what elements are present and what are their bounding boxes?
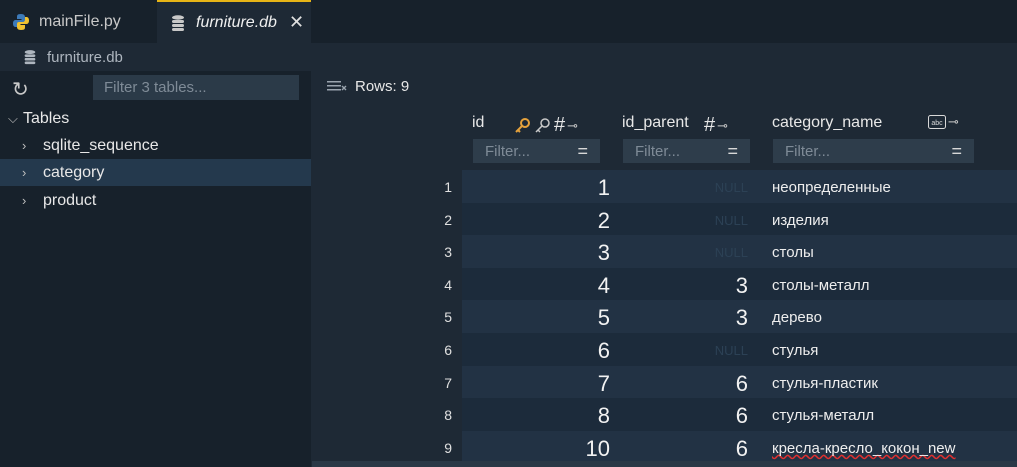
svg-text:abc: abc (931, 120, 943, 127)
cell-id[interactable]: 5 (462, 305, 610, 331)
cell-id[interactable]: 4 (462, 273, 610, 299)
chevron-right-icon: › (22, 193, 27, 208)
row-number: 9 (444, 439, 452, 456)
rows-count-label: Rows: 9 (355, 78, 410, 95)
tab-bar: mainFile.py furniture.db ✕ (0, 0, 1017, 43)
cell-id[interactable]: 8 (462, 403, 610, 429)
column-header-id-parent[interactable]: id_parent (622, 114, 689, 132)
database-icon (172, 14, 184, 31)
id-column-icons: # ⊸ (514, 114, 578, 137)
cell-category-name[interactable]: столы-металл (772, 277, 869, 294)
cell-id[interactable]: 6 (462, 338, 610, 364)
row-number: 3 (444, 244, 452, 261)
text-type-icon: abc (928, 115, 946, 129)
filter-placeholder: Filter... (485, 142, 531, 160)
row-number: 5 (444, 309, 452, 326)
breadcrumb: furniture.db (0, 43, 1017, 71)
cell-category-name[interactable]: стулья (772, 342, 818, 359)
refresh-icon[interactable]: ↻ (12, 77, 29, 102)
id-parent-column-icons: # ⊸ (704, 114, 728, 137)
table-row[interactable]: 5 5 3 дерево (312, 300, 1017, 333)
filter-category-name-input[interactable]: Filter... = (773, 139, 974, 163)
table-row[interactable]: 8 8 6 стулья-металл (312, 398, 1017, 431)
close-icon[interactable]: ✕ (289, 12, 304, 33)
tab-furniture-db[interactable]: furniture.db ✕ (157, 0, 311, 43)
cell-id[interactable]: 1 (462, 175, 610, 201)
sidebar-item-sqlite-sequence[interactable]: › sqlite_sequence (0, 132, 311, 159)
row-number: 8 (444, 407, 452, 424)
row-number: 4 (444, 276, 452, 293)
tab-label: furniture.db (196, 13, 277, 31)
tree-root-tables[interactable]: ⌵ Tables (0, 105, 311, 132)
cell-id-parent[interactable]: 3 (612, 273, 748, 299)
filter-operator-icon[interactable]: = (951, 141, 962, 162)
cell-id-parent[interactable]: 6 (612, 403, 748, 429)
python-icon (13, 13, 29, 30)
table-row[interactable]: 4 4 3 столы-металл (312, 267, 1017, 301)
row-number: 6 (444, 342, 452, 358)
breadcrumb-label[interactable]: furniture.db (47, 49, 123, 66)
table-row[interactable]: 2 2 NULL изделия (312, 202, 1017, 236)
filter-id-parent-input[interactable]: Filter... = (623, 139, 750, 163)
category-name-column-icons: abc ⊸ (928, 114, 959, 130)
cell-category-name[interactable]: столы (772, 244, 814, 261)
filter-id-input[interactable]: Filter... = (473, 139, 600, 163)
filter-placeholder: Filter... (635, 142, 681, 160)
table-row[interactable]: 6 6 NULL стулья (312, 333, 1017, 366)
filter-operator-icon[interactable]: = (727, 141, 738, 162)
row-number: 7 (444, 374, 452, 391)
sidebar: ↻ ⌵ Tables › sqlite_sequence › category … (0, 71, 311, 467)
chevron-right-icon: › (22, 165, 27, 180)
cell-category-name[interactable]: неопределенные (772, 179, 891, 196)
cell-id-parent[interactable]: 6 (612, 371, 748, 397)
sidebar-item-product[interactable]: › product (0, 187, 311, 214)
cell-id[interactable]: 7 (462, 371, 610, 397)
tab-label: mainFile.py (39, 12, 121, 30)
tree-root-label: Tables (23, 109, 70, 127)
cell-category-name[interactable]: дерево (772, 309, 822, 326)
tab-mainfile[interactable]: mainFile.py (0, 0, 157, 43)
column-header-id[interactable]: id (472, 114, 484, 132)
cell-category-name[interactable]: стулья-пластик (772, 375, 878, 392)
sidebar-item-label: category (43, 163, 105, 181)
pin-icon[interactable]: ⊸ (948, 114, 959, 130)
integer-type-icon: # (704, 114, 716, 136)
primary-key-icon (515, 117, 530, 133)
table-row[interactable]: 1 1 NULL неопределенные (312, 170, 1017, 203)
table-row[interactable]: 9 10 6 кресла-кресло_кокон_new (312, 430, 1017, 464)
table-row[interactable]: 3 3 NULL столы (312, 235, 1017, 268)
cell-id-parent[interactable]: 3 (612, 305, 748, 331)
chevron-right-icon: › (22, 138, 27, 153)
row-number: 2 (444, 211, 452, 228)
sidebar-item-category[interactable]: › category (0, 159, 311, 186)
cell-id-parent[interactable]: NULL (612, 245, 748, 260)
sidebar-item-label: sqlite_sequence (43, 136, 159, 154)
integer-type-icon: # (554, 114, 566, 136)
pin-icon[interactable]: ⊸ (717, 118, 728, 134)
column-header-category-name[interactable]: category_name (772, 114, 882, 132)
cell-id-parent[interactable]: 6 (612, 436, 748, 462)
database-icon (24, 50, 36, 65)
filter-placeholder: Filter... (785, 142, 831, 160)
filter-tables-input[interactable] (93, 75, 299, 100)
filter-operator-icon[interactable]: = (577, 141, 588, 162)
sidebar-item-label: product (43, 191, 97, 209)
cell-id-parent[interactable]: NULL (612, 213, 748, 228)
pin-icon[interactable]: ⊸ (567, 118, 578, 134)
row-number: 1 (444, 179, 452, 195)
table-row[interactable]: 7 7 6 стулья-пластик (312, 365, 1017, 399)
cell-category-name[interactable]: изделия (772, 212, 829, 229)
cell-category-name[interactable]: стулья-металл (772, 407, 874, 424)
key-icon (535, 117, 550, 133)
chevron-down-icon: ⌵ (8, 110, 18, 126)
rows-count: Rows: 9 (327, 78, 409, 95)
cell-id-parent[interactable]: NULL (612, 343, 748, 358)
rows-icon (327, 80, 347, 90)
horizontal-scrollbar[interactable] (312, 461, 1017, 467)
cell-id[interactable]: 2 (462, 208, 610, 234)
cell-id-parent[interactable]: NULL (612, 180, 748, 195)
cell-category-name[interactable]: кресла-кресло_кокон_new (772, 440, 955, 457)
cell-id[interactable]: 10 (462, 436, 610, 462)
cell-id[interactable]: 3 (462, 240, 610, 266)
